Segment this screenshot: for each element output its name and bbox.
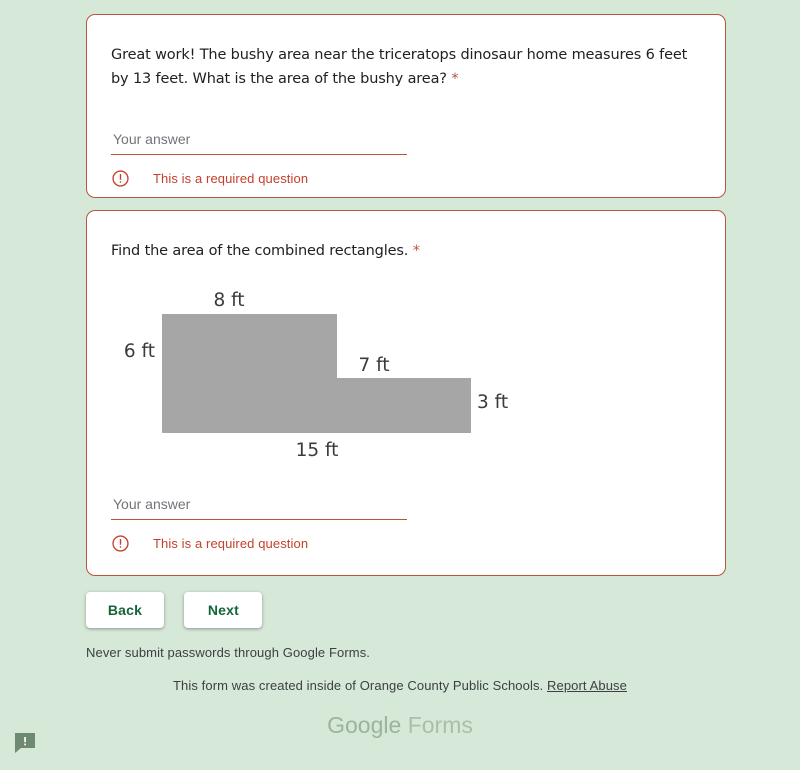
never-submit-passwords-notice: Never submit passwords through Google Fo… (86, 645, 371, 660)
label-middle-top: 7 ft (358, 355, 389, 376)
report-abuse-link[interactable]: Report Abuse (547, 678, 627, 693)
form-origin-notice: This form was created inside of Orange C… (0, 678, 800, 693)
question-2-text: Find the area of the combined rectangles… (111, 239, 695, 263)
google-forms-logo: Google Forms (0, 712, 800, 739)
next-button[interactable]: Next (184, 592, 263, 628)
error-circle-icon (112, 535, 129, 552)
label-right: 3 ft (477, 392, 508, 413)
answer-input-1[interactable] (111, 131, 407, 155)
question-1-text: Great work! The bushy area near the tric… (111, 43, 695, 91)
question-2-error-text: This is a required question (153, 536, 309, 551)
label-left: 6 ft (124, 341, 155, 362)
question-1-error-row: This is a required question (111, 169, 308, 188)
question-2-label: Find the area of the combined rectangles… (111, 243, 409, 259)
logo-forms-text: Forms (407, 712, 473, 738)
question-1-error-text: This is a required question (153, 171, 309, 186)
question-2-required-marker: * (412, 243, 420, 259)
step-polygon (162, 314, 471, 433)
question-1-answer-field (111, 131, 407, 155)
answer-input-2[interactable] (111, 496, 407, 520)
label-top-left: 8 ft (213, 290, 244, 311)
logo-google-text: Google (327, 712, 402, 738)
question-2-answer-field (111, 496, 407, 520)
question-1-label: Great work! The bushy area near the tric… (111, 47, 688, 87)
navigation-buttons: Back Next (86, 592, 263, 628)
question-card-2: Find the area of the combined rectangles… (86, 210, 726, 576)
form-origin-text: This form was created inside of Orange C… (173, 678, 544, 693)
question-1-required-marker: * (451, 71, 459, 87)
diagram-svg: 8 ft 6 ft 7 ft 3 ft 15 ft (124, 290, 508, 461)
back-button[interactable]: Back (86, 592, 164, 628)
question-card-1: Great work! The bushy area near the tric… (86, 14, 726, 198)
feedback-bubble-icon[interactable] (12, 730, 38, 756)
error-circle-icon (112, 170, 129, 187)
combined-rectangles-diagram: 8 ft 6 ft 7 ft 3 ft 15 ft (111, 267, 695, 463)
form-page: Great work! The bushy area near the tric… (0, 0, 800, 770)
label-bottom: 15 ft (296, 440, 339, 461)
question-2-error-row: This is a required question (111, 534, 308, 553)
